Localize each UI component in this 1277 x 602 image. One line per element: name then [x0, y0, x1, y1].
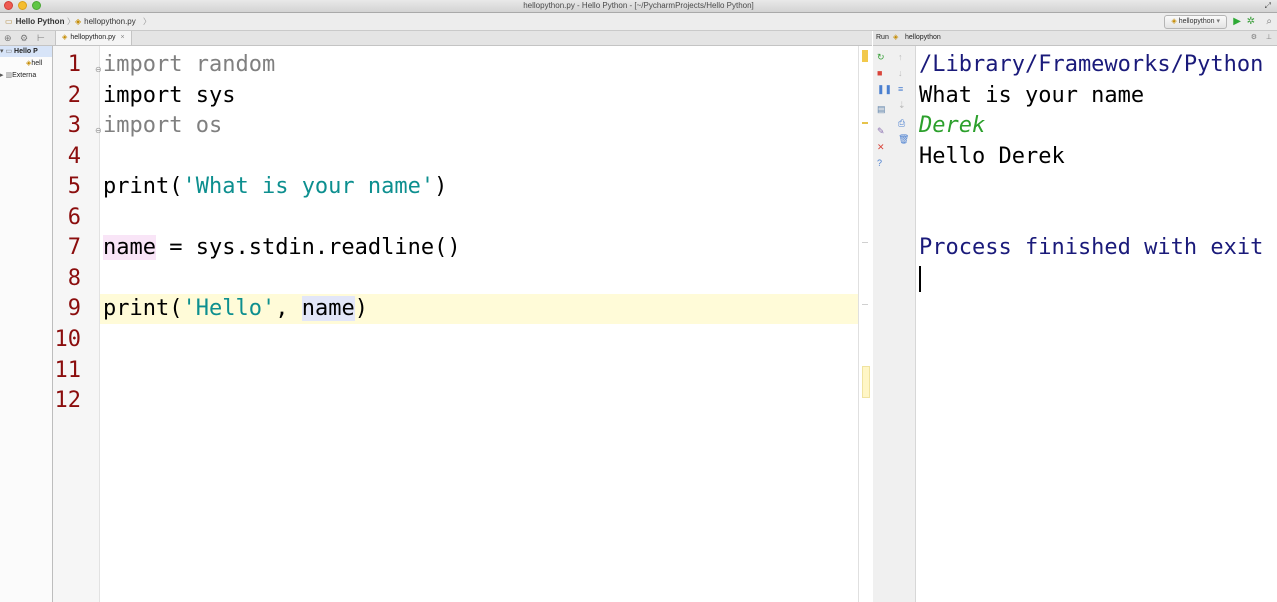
soft-wrap-icon[interactable]: ≡	[898, 84, 903, 94]
console-path-line: /Library/Frameworks/Python	[919, 52, 1264, 77]
fold-marker-icon[interactable]: ⊖	[95, 65, 102, 75]
window-title: hellopython.py - Hello Python - [~/Pycha…	[523, 1, 754, 10]
info-marker	[862, 304, 868, 305]
search-icon[interactable]: ⌕	[1266, 15, 1272, 28]
warning-marker[interactable]	[862, 50, 868, 62]
dump-threads-icon[interactable]: ▤	[877, 104, 886, 114]
variable-name: name	[301, 296, 355, 321]
folder-icon: ▭	[5, 48, 13, 55]
debug-icon[interactable]: ✲	[1247, 15, 1255, 28]
python-file-icon: ◈	[62, 34, 68, 41]
code-line-7: name = sys.stdin.readline()	[103, 235, 461, 260]
line-number: 10	[54, 327, 82, 352]
line-number: 6	[67, 205, 81, 230]
run-configuration-select[interactable]: ◈ hellopython ▾	[1164, 15, 1227, 29]
expand-arrow-icon: ▾	[0, 48, 4, 55]
code-editor[interactable]: 1 2 3 4 5 6 7 8 9 10 11 12 ⊖ ⊖ import ra…	[53, 46, 858, 602]
console-exit-line: Process finished with exit	[919, 235, 1264, 260]
line-number: 3	[67, 113, 81, 138]
hide-panel-icon[interactable]: ⊢	[37, 31, 45, 45]
console-output-line: Hello Derek	[919, 144, 1065, 169]
title-bar: hellopython.py - Hello Python - [~/Pycha…	[0, 0, 1277, 13]
pin-icon[interactable]: ✎	[877, 126, 885, 136]
gear-icon[interactable]: ⚙	[1251, 31, 1257, 45]
chevron-down-icon: ▾	[1216, 18, 1220, 25]
pause-icon[interactable]: ❚❚	[877, 84, 892, 94]
console-user-input: Derek	[919, 113, 986, 138]
caret-position-marker	[862, 366, 870, 398]
run-panel-header: Run ◈ hellopython ⚙ ⊥	[873, 31, 1277, 46]
console-prompt-line: What is your name	[919, 83, 1145, 108]
string-literal: 'What is your name'	[182, 174, 435, 199]
code-line-5: print('What is your name')	[103, 174, 448, 199]
warning-marker[interactable]	[862, 122, 868, 124]
arrow-down-icon[interactable]: ↓	[898, 68, 903, 78]
python-file-icon: ◈	[1171, 18, 1177, 25]
line-number: 2	[67, 83, 81, 108]
breadcrumb-project[interactable]: ▭ Hello Python	[5, 13, 64, 30]
code-line-2: import sys	[103, 83, 236, 108]
line-number: 4	[67, 144, 81, 169]
code-line-1: import random	[103, 52, 276, 77]
project-panel: ▾ ▭ Hello P ◈hell ▸ ▥Externa	[0, 46, 53, 602]
python-file-icon: ◈	[893, 34, 899, 41]
hide-panel-icon[interactable]: ⊥	[1266, 31, 1272, 45]
editor-tool-row: ⊕ ⚙ ⊢ ◈ hellopython.py ×	[0, 31, 872, 46]
run-panel-label: Run	[876, 34, 889, 41]
chevron-right-icon: 〉	[67, 17, 75, 26]
error-stripe[interactable]	[858, 46, 873, 602]
run-panel-config[interactable]: hellopython	[905, 31, 941, 45]
project-file-item[interactable]: ◈hell	[26, 58, 42, 69]
breadcrumb-file[interactable]: ◈ hellopython.py	[75, 13, 136, 30]
line-number: 1	[67, 52, 81, 77]
close-tab-icon[interactable]: ×	[121, 34, 125, 41]
tab-hellopython[interactable]: ◈ hellopython.py ×	[55, 31, 132, 45]
chevron-right-icon: 〉	[143, 17, 151, 26]
line-number-gutter: 1 2 3 4 5 6 7 8 9 10 11 12 ⊖ ⊖	[53, 46, 102, 602]
variable-name: name	[103, 235, 156, 260]
fullscreen-icon[interactable]: ⤢	[1265, 1, 1271, 11]
rerun-icon[interactable]: ↻	[877, 52, 885, 62]
navigation-bar: ▭ Hello Python 〉 ◈ hellopython.py 〉 ◈ hell…	[0, 13, 1277, 31]
run-toolbar: ↻ ■ ❚❚ ▤ ✎ ✕ ? ↑ ↓ ≡ ⇣ ⎙ 🗑	[873, 46, 916, 602]
string-literal: 'Hello'	[182, 296, 276, 321]
expand-arrow-icon: ▸	[0, 72, 4, 79]
code-line-9: print('Hello', name)	[103, 296, 368, 321]
arrow-up-icon[interactable]: ↑	[898, 52, 903, 62]
line-number: 7	[67, 235, 81, 260]
external-libraries-item[interactable]: ▸ ▥Externa	[0, 70, 36, 81]
line-number: 5	[67, 174, 81, 199]
line-number: 8	[67, 266, 81, 291]
info-marker	[862, 242, 868, 243]
scroll-end-icon[interactable]: ⇣	[898, 100, 906, 110]
collapse-icon[interactable]: ⊕	[4, 31, 12, 45]
line-number: 12	[54, 388, 82, 413]
line-number: 11	[54, 358, 82, 383]
stop-icon[interactable]: ■	[877, 68, 882, 78]
line-number: 9	[67, 296, 81, 321]
close-icon[interactable]: ✕	[877, 142, 885, 152]
print-icon[interactable]: ⎙	[898, 118, 905, 128]
project-root-item[interactable]: ▾ ▭ Hello P	[0, 46, 52, 57]
trash-icon[interactable]: 🗑	[898, 134, 909, 144]
gear-icon[interactable]: ⚙	[20, 31, 28, 45]
console-caret[interactable]	[919, 266, 921, 292]
python-file-icon: ◈	[75, 17, 82, 26]
help-icon[interactable]: ?	[877, 158, 882, 168]
code-line-3: import os	[103, 113, 223, 138]
fold-marker-icon[interactable]: ⊖	[95, 126, 102, 136]
run-panel: ↻ ■ ❚❚ ▤ ✎ ✕ ? ↑ ↓ ≡ ⇣ ⎙ 🗑 /Library/Fram…	[873, 46, 1277, 602]
run-icon[interactable]: ▶	[1233, 15, 1241, 28]
folder-icon: ▭	[5, 17, 13, 26]
